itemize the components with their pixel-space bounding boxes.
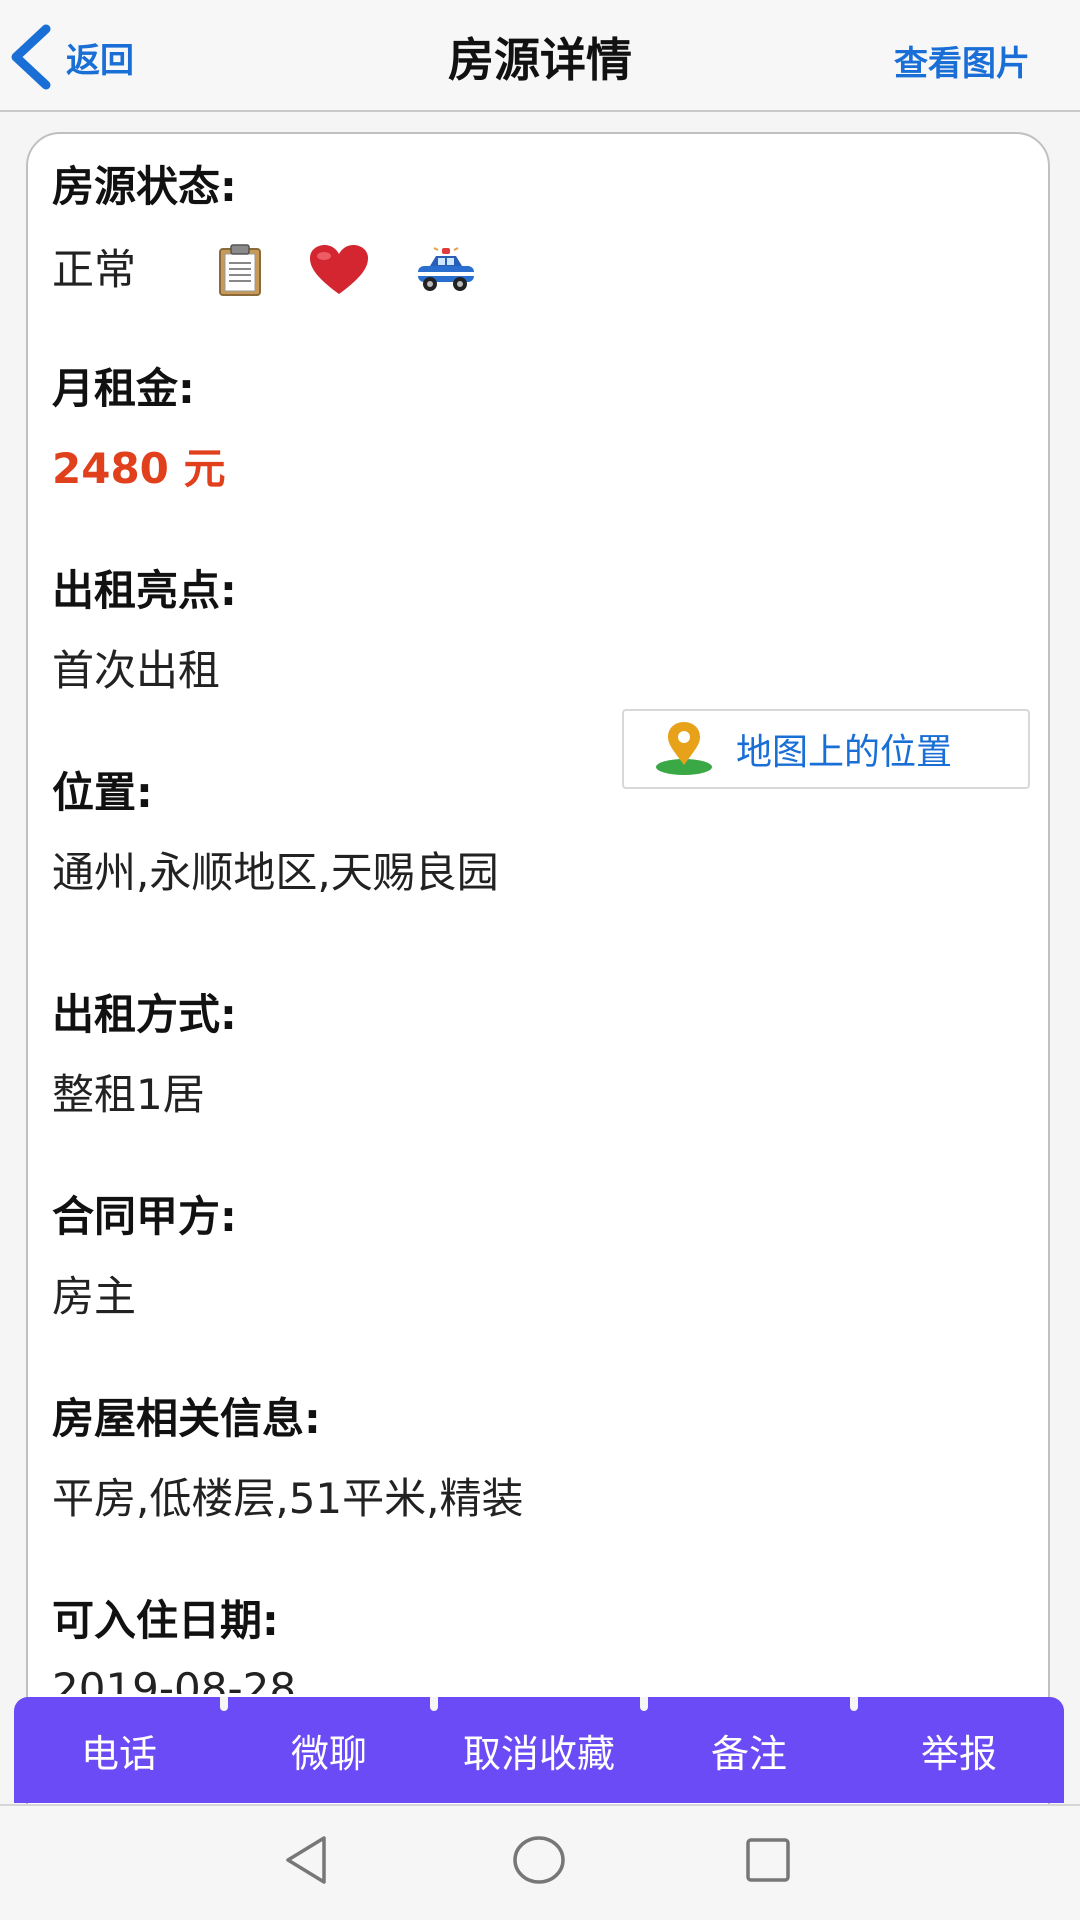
header-bar: 返回 房源详情 查看图片 [0,0,1080,112]
unfavorite-button[interactable]: 取消收藏 [430,1697,644,1803]
status-row: 正常 [52,240,520,300]
back-triangle-icon[interactable] [282,1834,330,1886]
rent-type-value: 整租1居 [52,1070,205,1119]
clipboard-icon[interactable] [216,243,264,297]
view-photos-button[interactable]: 查看图片 [894,36,1030,85]
move-in-date-label: 可入住日期: [52,1596,279,1645]
system-nav-bar [0,1804,1080,1920]
field-move-in-date: 可入住日期: 2019-08-28 [52,1596,296,1694]
details-scroll-area[interactable]: 房源状态: 正常 月租金: 2480 元 出租亮点: 首次出租 位置: 通州,永… [28,132,1048,1694]
report-button[interactable]: 举报 [850,1697,1064,1803]
field-status: 房源状态: 正常 [52,162,520,300]
location-label: 位置: [52,768,153,817]
map-location-label: 地图上的位置 [736,732,953,773]
field-rent-type: 出租方式: 整租1居 [52,990,237,1120]
note-button[interactable]: 备注 [640,1697,854,1803]
call-button[interactable]: 电话 [14,1697,224,1803]
rent-type-label: 出租方式: [52,990,237,1039]
location-value: 通州,永顺地区,天赐良园 [52,848,499,897]
status-value: 正常 [52,245,137,294]
highlight-value: 首次出租 [52,646,221,695]
contract-party-label: 合同甲方: [52,1192,237,1241]
contract-party-value: 房主 [52,1272,137,1321]
field-rent: 月租金: 2480 元 [52,364,226,494]
rent-value: 2480 元 [52,444,226,493]
screen: 返回 房源详情 查看图片 房源状态: 正常 月租金: 2480 元 出租亮点: … [0,0,1080,1920]
wechat-chat-button[interactable]: 微聊 [220,1697,434,1803]
police-car-icon[interactable] [414,246,476,294]
highlight-label: 出租亮点: [52,566,237,615]
field-house-info: 房屋相关信息: 平房,低楼层,51平米,精装 [52,1394,524,1524]
map-location-button[interactable]: 地图上的位置 [622,709,1030,789]
field-contract-party: 合同甲方: 房主 [52,1192,237,1322]
rent-label: 月租金: [52,364,195,413]
heart-icon[interactable] [308,244,370,296]
move-in-date-value: 2019-08-28 [52,1664,297,1694]
status-label: 房源状态: [52,162,237,211]
home-circle-icon[interactable] [512,1834,566,1886]
house-info-value: 平房,低楼层,51平米,精装 [52,1474,524,1523]
status-icons [216,243,520,297]
field-location: 位置: 通州,永顺地区,天赐良园 [52,768,499,898]
recents-square-icon[interactable] [744,1834,792,1886]
house-info-label: 房屋相关信息: [52,1394,321,1443]
action-bar: 电话 微聊 取消收藏 备注 举报 [14,1697,1064,1803]
field-highlight: 出租亮点: 首次出租 [52,566,237,696]
map-pin-icon [656,722,712,775]
